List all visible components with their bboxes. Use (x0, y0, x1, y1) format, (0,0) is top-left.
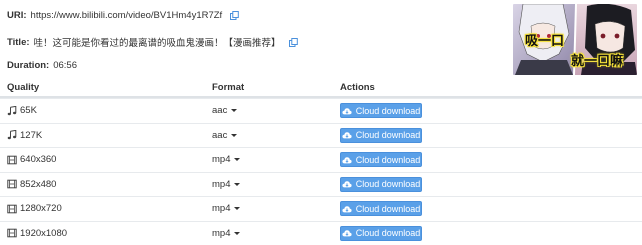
format-value: aac (212, 130, 227, 141)
quality-label: 640x360 (20, 154, 56, 165)
cloud-download-button[interactable]: Cloud download (340, 128, 422, 143)
caret-down-icon (234, 183, 240, 186)
table-row: 1920x1080 mp4 Cloud download (0, 221, 642, 245)
quality-header: Quality (7, 82, 39, 93)
formats-table: Quality Format Actions 65K aac Cloud downl… (0, 78, 642, 245)
cloud-download-label: Cloud download (356, 106, 421, 116)
film-icon (7, 204, 17, 214)
cloud-download-button[interactable]: Cloud download (340, 226, 422, 241)
film-icon (7, 228, 17, 238)
thumbnail-caption-top: 吸一口 (525, 30, 564, 49)
table-row: 65K aac Cloud download (0, 98, 642, 123)
cloud-download-icon (342, 205, 356, 213)
caret-down-icon (234, 232, 240, 235)
format-select[interactable]: aac (212, 130, 237, 141)
format-select[interactable]: mp4 (212, 154, 240, 165)
cloud-download-label: Cloud download (356, 204, 421, 214)
film-icon (7, 179, 17, 189)
cloud-download-icon (342, 180, 356, 188)
quality-label: 65K (20, 105, 37, 116)
quality-cell: 852x480 (7, 179, 56, 190)
music-note-icon (7, 106, 17, 116)
quality-cell: 640x360 (7, 154, 56, 165)
thumbnail-caption-bottom: 就一口嘛 (571, 50, 623, 69)
quality-cell: 1920x1080 (7, 228, 67, 239)
cloud-download-label: Cloud download (356, 228, 421, 238)
title-value: 哇！这可能是你看过的最离谱的吸血鬼漫画！【漫画推荐】 (34, 35, 281, 49)
actions-header: Actions (340, 82, 375, 93)
format-value: mp4 (212, 179, 230, 190)
table-body: 65K aac Cloud download 127K aac Cloud downloa… (0, 98, 642, 245)
format-value: mp4 (212, 154, 230, 165)
duration-value: 06:56 (53, 60, 77, 71)
caret-down-icon (231, 134, 237, 137)
copy-icon[interactable] (230, 11, 239, 20)
format-value: mp4 (212, 228, 230, 239)
cloud-download-button[interactable]: Cloud download (340, 152, 422, 167)
format-header: Format (212, 82, 244, 93)
copy-icon[interactable] (289, 38, 298, 47)
cloud-download-label: Cloud download (356, 130, 421, 140)
format-select[interactable]: mp4 (212, 228, 240, 239)
table-row: 640x360 mp4 Cloud download (0, 147, 642, 172)
title-row: Title: 哇！这可能是你看过的最离谱的吸血鬼漫画！【漫画推荐】 (7, 35, 298, 49)
uri-value[interactable]: https://www.bilibili.com/video/BV1Hm4y1R… (31, 10, 223, 21)
quality-cell: 1280x720 (7, 203, 62, 214)
cloud-download-icon (342, 131, 356, 139)
cloud-download-icon (342, 107, 356, 115)
table-header: Quality Format Actions (0, 78, 642, 98)
uri-label: URI: (7, 10, 27, 21)
format-select[interactable]: aac (212, 105, 237, 116)
music-note-icon (7, 130, 17, 140)
quality-label: 127K (20, 130, 42, 141)
format-value: aac (212, 105, 227, 116)
cloud-download-icon (342, 156, 356, 164)
cloud-download-icon (342, 229, 356, 237)
cloud-download-label: Cloud download (356, 155, 421, 165)
quality-label: 852x480 (20, 179, 56, 190)
format-value: mp4 (212, 203, 230, 214)
duration-row: Duration: 06:56 (7, 60, 77, 71)
cloud-download-button[interactable]: Cloud download (340, 201, 422, 216)
table-row: 1280x720 mp4 Cloud download (0, 196, 642, 221)
format-select[interactable]: mp4 (212, 203, 240, 214)
table-row: 127K aac Cloud download (0, 123, 642, 148)
table-row: 852x480 mp4 Cloud download (0, 172, 642, 197)
quality-cell: 127K (7, 130, 42, 141)
film-icon (7, 155, 17, 165)
uri-row: URI: https://www.bilibili.com/video/BV1H… (7, 10, 239, 21)
video-thumbnail: 吸一口 就一口嘛 (513, 4, 637, 75)
cloud-download-label: Cloud download (356, 179, 421, 189)
quality-cell: 65K (7, 105, 37, 116)
cloud-download-button[interactable]: Cloud download (340, 103, 422, 118)
title-label: Title: (7, 37, 30, 48)
format-select[interactable]: mp4 (212, 179, 240, 190)
caret-down-icon (234, 207, 240, 210)
duration-label: Duration: (7, 60, 49, 71)
quality-label: 1280x720 (20, 203, 62, 214)
quality-label: 1920x1080 (20, 228, 67, 239)
caret-down-icon (231, 109, 237, 112)
cloud-download-button[interactable]: Cloud download (340, 177, 422, 192)
caret-down-icon (234, 158, 240, 161)
